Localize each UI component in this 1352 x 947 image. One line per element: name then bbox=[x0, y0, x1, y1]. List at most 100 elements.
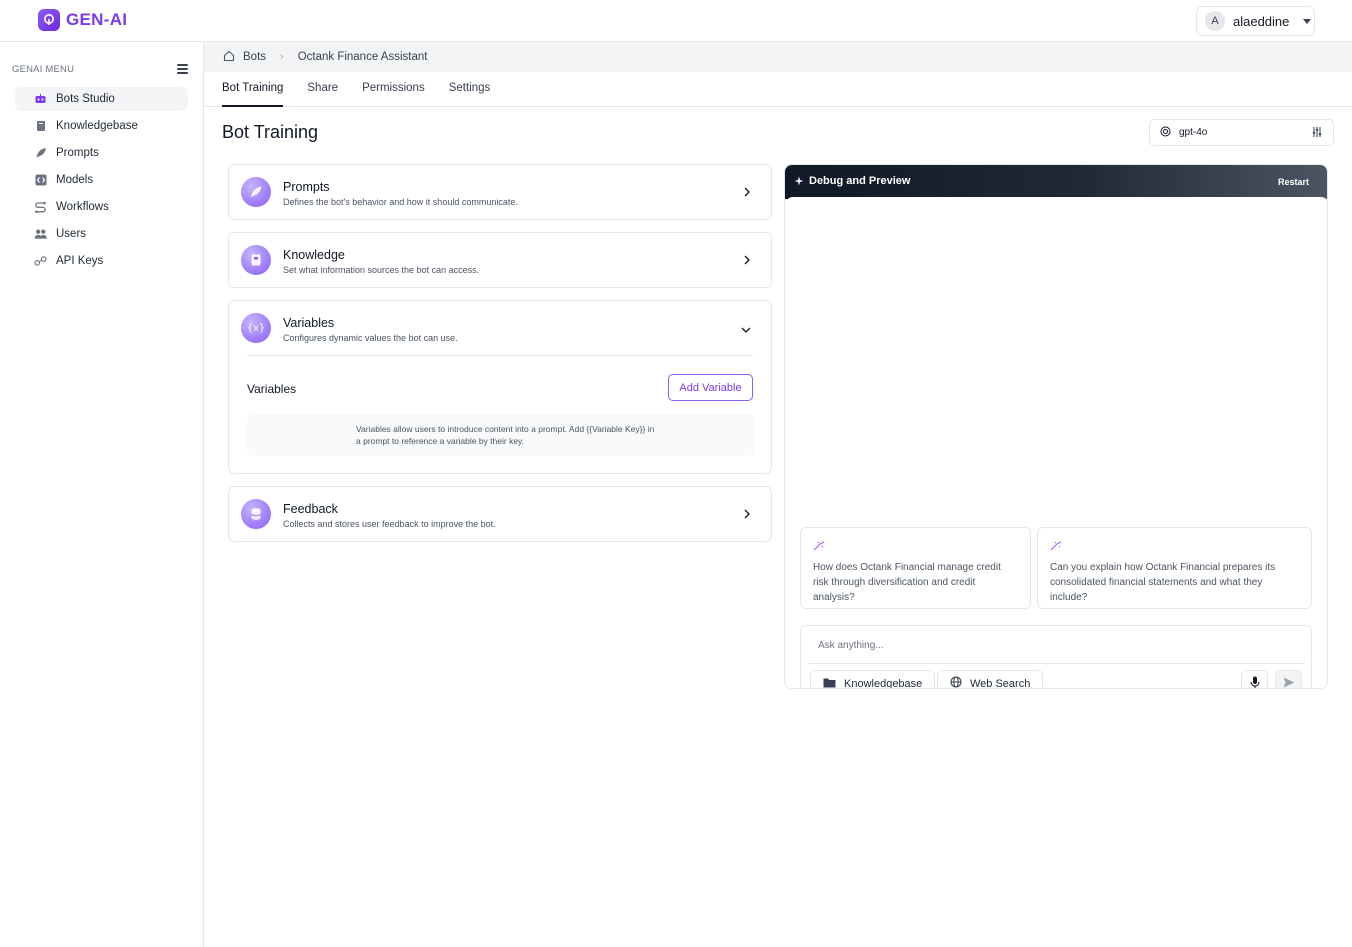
breadcrumb: Bots › Octank Finance Assistant bbox=[204, 42, 1352, 72]
tab-bar: Bot Training Share Permissions Settings bbox=[204, 72, 1352, 107]
top-bar: GEN-AI A alaeddine bbox=[0, 0, 1352, 42]
sliders-icon[interactable] bbox=[1311, 126, 1323, 141]
sidebar-title: GENAI MENU bbox=[12, 64, 75, 75]
knowledgebase-button[interactable]: Knowledgebase bbox=[810, 670, 936, 689]
user-menu-button[interactable]: A alaeddine bbox=[1196, 6, 1315, 36]
variables-card-header[interactable]: {x} Variables Configures dynamic values … bbox=[229, 301, 771, 355]
sidebar-item-label: API Keys bbox=[56, 255, 104, 267]
card-title: Feedback bbox=[283, 502, 338, 516]
tab-settings[interactable]: Settings bbox=[449, 72, 491, 107]
microphone-button[interactable] bbox=[1241, 670, 1268, 688]
feather-icon bbox=[241, 177, 271, 207]
chevron-right-icon: › bbox=[280, 51, 284, 63]
card-title: Knowledge bbox=[283, 248, 345, 262]
variables-panel: Variables Add Variable Variables allow u… bbox=[247, 355, 754, 473]
chat-composer: Knowledgebase Web Search bbox=[800, 625, 1312, 689]
sidebar-item-label: Prompts bbox=[56, 147, 99, 159]
prompts-card-header[interactable]: Prompts Defines the bot's behavior and h… bbox=[229, 165, 771, 219]
key-icon bbox=[34, 255, 47, 268]
web-search-label: Web Search bbox=[970, 677, 1031, 689]
add-variable-button[interactable]: Add Variable bbox=[668, 374, 753, 401]
card-description: Defines the bot's behavior and how it sh… bbox=[283, 197, 518, 207]
folder-icon bbox=[823, 677, 836, 689]
chevron-right-icon bbox=[743, 186, 751, 200]
debug-title: Debug and Preview bbox=[809, 175, 911, 187]
bot-icon bbox=[34, 93, 47, 106]
chevron-right-icon bbox=[743, 254, 751, 268]
feedback-card: Feedback Collects and stores user feedba… bbox=[228, 486, 772, 542]
knowledgebase-label: Knowledgebase bbox=[844, 677, 923, 689]
sidebar-item-knowledgebase[interactable]: Knowledgebase bbox=[15, 114, 188, 138]
database-icon bbox=[241, 499, 271, 529]
suggestion-card[interactable]: Can you explain how Octank Financial pre… bbox=[1037, 527, 1312, 609]
sidebar-item-label: Bots Studio bbox=[56, 93, 115, 105]
chat-area: How does Octank Financial manage credit … bbox=[785, 197, 1327, 689]
openai-icon bbox=[1160, 126, 1171, 140]
debug-preview-panel: Debug and Preview Restart How does Octan… bbox=[784, 164, 1328, 689]
tab-permissions[interactable]: Permissions bbox=[362, 72, 425, 107]
sidebar-item-label: Models bbox=[56, 174, 94, 186]
sidebar-item-label: Knowledgebase bbox=[56, 120, 138, 132]
chevron-down-icon bbox=[741, 323, 751, 337]
sidebar: GENAI MENU Bots Studio Knowledgebase Pro… bbox=[0, 42, 204, 947]
microphone-icon bbox=[1249, 676, 1260, 688]
sidebar-item-label: Users bbox=[56, 228, 87, 240]
sidebar-item-workflows[interactable]: Workflows bbox=[15, 195, 188, 219]
send-button[interactable] bbox=[1275, 670, 1302, 689]
variables-section-label: Variables bbox=[247, 382, 297, 396]
web-search-button[interactable]: Web Search bbox=[937, 670, 1044, 689]
suggestion-text: How does Octank Financial manage credit … bbox=[813, 562, 1001, 603]
feather-icon bbox=[34, 147, 47, 160]
chat-input[interactable] bbox=[809, 632, 1303, 658]
card-title: Prompts bbox=[283, 180, 330, 194]
debug-header: Debug and Preview Restart bbox=[785, 165, 1327, 199]
prompts-card: Prompts Defines the bot's behavior and h… bbox=[228, 164, 772, 220]
send-icon bbox=[1283, 677, 1295, 689]
caret-down-icon bbox=[1303, 18, 1312, 24]
book-icon bbox=[34, 120, 47, 133]
sparkle-wand-icon bbox=[813, 540, 825, 554]
avatar: A bbox=[1205, 11, 1225, 31]
card-description: Set what information sources the bot can… bbox=[283, 265, 480, 275]
page-title: Bot Training bbox=[222, 122, 319, 142]
model-select[interactable]: gpt-4o bbox=[1149, 119, 1334, 146]
variables-empty-state: Variables allow users to introduce conte… bbox=[247, 414, 754, 456]
knowledge-card-header[interactable]: Knowledge Set what information sources t… bbox=[229, 233, 771, 287]
sidebar-item-users[interactable]: Users bbox=[15, 222, 188, 246]
users-icon bbox=[34, 228, 47, 241]
knowledge-card: Knowledge Set what information sources t… bbox=[228, 232, 772, 288]
breadcrumb-bots-link[interactable]: Bots bbox=[243, 51, 266, 63]
model-value: gpt-4o bbox=[1179, 127, 1208, 138]
globe-icon bbox=[950, 676, 962, 688]
sparkle-icon bbox=[794, 176, 805, 190]
card-description: Configures dynamic values the bot can us… bbox=[283, 333, 458, 343]
sidebar-item-prompts[interactable]: Prompts bbox=[15, 141, 188, 165]
sidebar-item-bots-studio[interactable]: Bots Studio bbox=[15, 87, 188, 111]
user-name: alaeddine bbox=[1233, 13, 1290, 29]
app-logo[interactable]: GEN-AI bbox=[38, 9, 127, 31]
suggestion-text: Can you explain how Octank Financial pre… bbox=[1050, 562, 1276, 603]
restart-button[interactable]: Restart bbox=[1278, 177, 1309, 187]
variables-card: {x} Variables Configures dynamic values … bbox=[228, 300, 772, 474]
sidebar-item-api-keys[interactable]: API Keys bbox=[15, 249, 188, 273]
home-icon bbox=[223, 50, 235, 65]
sidebar-item-models[interactable]: Models bbox=[15, 168, 188, 192]
suggestion-card[interactable]: How does Octank Financial manage credit … bbox=[800, 527, 1031, 609]
card-title: Variables bbox=[283, 316, 335, 330]
sparkle-wand-icon bbox=[1050, 540, 1062, 554]
app-name: GEN-AI bbox=[66, 10, 128, 29]
feedback-card-header[interactable]: Feedback Collects and stores user feedba… bbox=[229, 487, 771, 541]
code-icon bbox=[34, 174, 47, 187]
book-icon bbox=[241, 245, 271, 275]
logo-mark-icon bbox=[38, 9, 60, 31]
variable-icon: {x} bbox=[241, 313, 271, 343]
sidebar-nav: Bots Studio Knowledgebase Prompts Models… bbox=[15, 87, 188, 276]
tab-bot-training[interactable]: Bot Training bbox=[222, 72, 284, 107]
tab-share[interactable]: Share bbox=[307, 72, 338, 107]
menu-toggle-icon[interactable] bbox=[177, 64, 188, 74]
variables-hint-text: Variables allow users to introduce conte… bbox=[356, 424, 655, 446]
workflow-icon bbox=[34, 201, 47, 214]
card-description: Collects and stores user feedback to imp… bbox=[283, 519, 496, 529]
breadcrumb-current: Octank Finance Assistant bbox=[297, 51, 428, 63]
composer-divider bbox=[809, 663, 1305, 664]
